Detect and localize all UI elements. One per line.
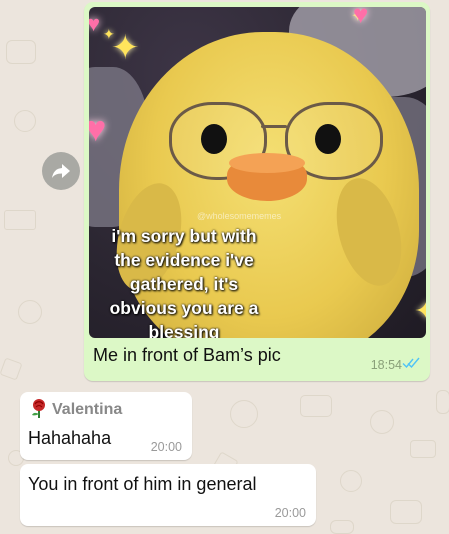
- heart-icon: ♥: [89, 108, 107, 149]
- sparkle-icon: ✦: [111, 29, 140, 67]
- message-text: Hahahaha: [28, 428, 112, 448]
- rose-icon: [32, 399, 45, 418]
- message-time: 18:54: [370, 358, 402, 372]
- shared-photo[interactable]: ✦ ✦ ✦ ✦ ♥ ♥ ♥ @wholesomememes i'm sorry …: [89, 7, 426, 338]
- forward-button[interactable]: [42, 152, 80, 190]
- meme-watermark: @wholesomememes: [197, 211, 282, 221]
- message-caption: Me in front of Bam’s pic: [93, 345, 281, 365]
- double-check-read-icon: [402, 357, 420, 369]
- forward-arrow-icon: [52, 164, 70, 178]
- message-text: You in front of him in general: [28, 474, 257, 494]
- sender-name: Valentina: [52, 401, 123, 418]
- message-time: 20:00: [150, 440, 182, 454]
- meme-caption-text: i'm sorry but with the evidence i've gat…: [109, 226, 259, 338]
- message-time: 20:00: [274, 506, 306, 520]
- incoming-message[interactable]: You in front of him in general 20:00: [20, 464, 316, 526]
- outgoing-image-message[interactable]: ✦ ✦ ✦ ✦ ♥ ♥ ♥ @wholesomememes i'm sorry …: [84, 2, 430, 381]
- incoming-message[interactable]: Valentina Hahahaha 20:00: [20, 392, 192, 460]
